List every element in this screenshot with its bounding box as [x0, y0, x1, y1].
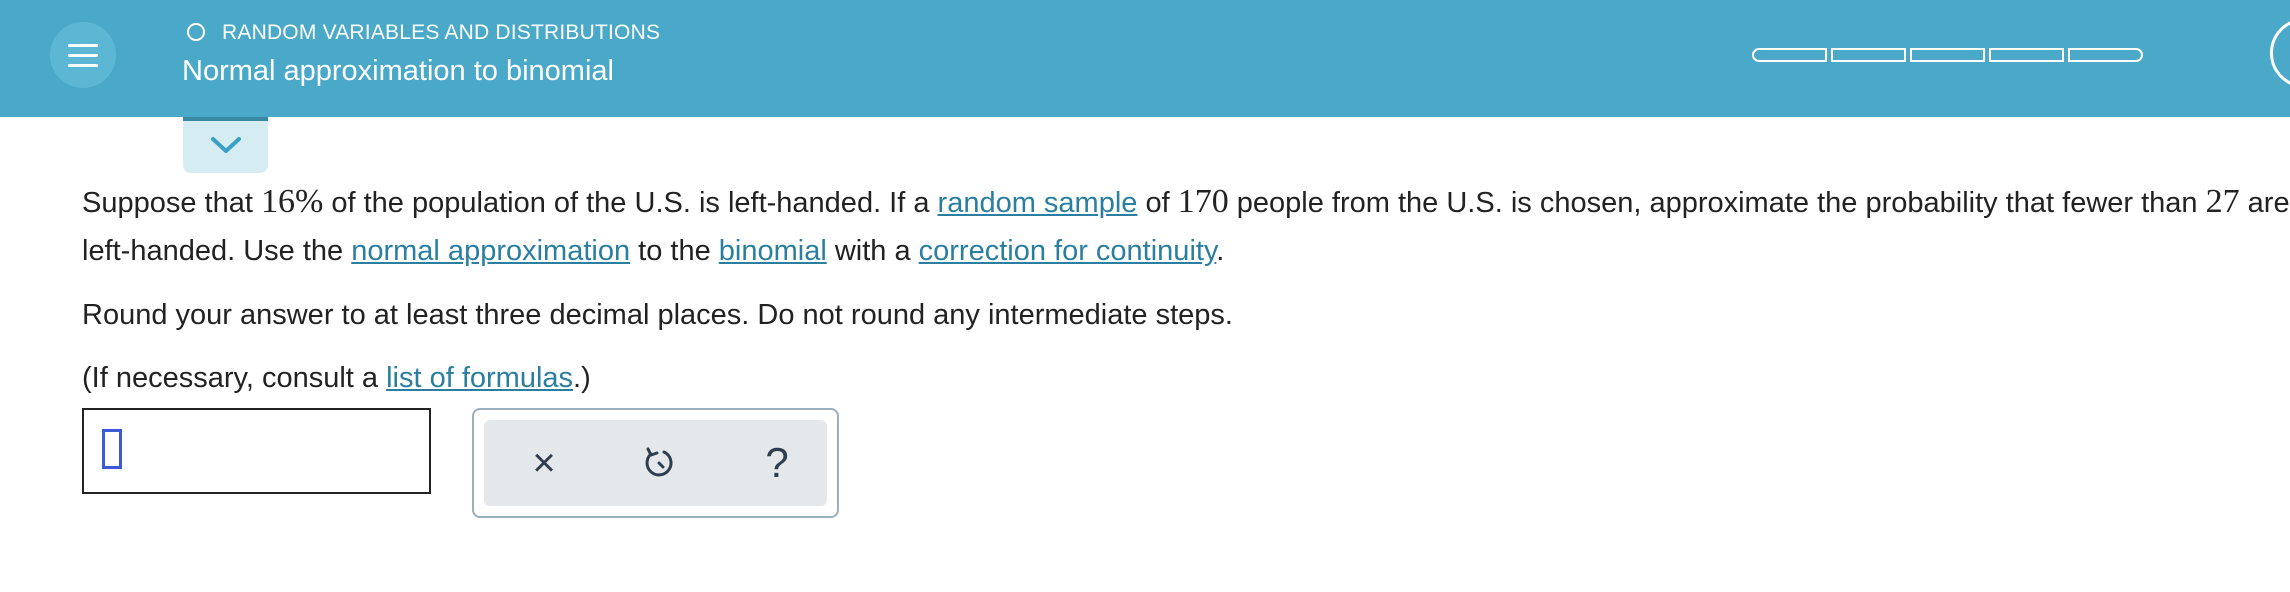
question-text-part: to the	[630, 235, 719, 267]
list-of-formulas-link[interactable]: list of formulas	[386, 362, 573, 394]
correction-for-continuity-link[interactable]: correction for continuity	[919, 235, 1217, 267]
help-button[interactable]: ?	[752, 438, 802, 488]
rounding-instruction: Round your answer to at least three deci…	[82, 299, 1233, 331]
formula-text-part: (If necessary, consult a	[82, 362, 387, 394]
progress-segment	[1989, 48, 2064, 62]
progress-segment	[1910, 48, 1985, 62]
math-value: 170	[1177, 183, 1229, 220]
header-bar: RANDOM VARIABLES AND DISTRIBUTIONS Norma…	[0, 0, 2290, 117]
question-text-part: .	[1216, 235, 1225, 267]
random-sample-link[interactable]: random sample	[938, 187, 1138, 219]
question-text-part: with a	[826, 235, 919, 267]
collapse-header-button[interactable]	[183, 117, 268, 173]
menu-button[interactable]	[50, 22, 116, 88]
answer-tools-panel: × ?	[472, 408, 839, 518]
progress-segment	[1831, 48, 1906, 62]
question-text-part: people from the U.S. is chosen, approxim…	[1228, 187, 2206, 219]
help-icon: ?	[765, 439, 789, 486]
menu-icon-line	[68, 64, 98, 67]
normal-approximation-link[interactable]: normal approximation	[351, 235, 630, 267]
undo-button[interactable]	[634, 438, 684, 488]
topic-circle-icon	[187, 23, 205, 41]
answer-tools-bar: × ?	[484, 420, 827, 506]
question-text-part: of the population of the U.S. is left-ha…	[323, 187, 938, 219]
clear-button[interactable]: ×	[519, 438, 569, 488]
progress-segment	[1752, 48, 1827, 62]
collapse-tab-bar	[183, 117, 268, 121]
chevron-down-icon	[211, 137, 241, 153]
binomial-link[interactable]: binomial	[719, 235, 827, 267]
math-value: 16%	[260, 183, 324, 220]
math-value: 27	[2205, 183, 2240, 220]
progress-segment	[2068, 48, 2143, 62]
text-cursor-icon	[102, 429, 122, 469]
account-button[interactable]	[2270, 18, 2290, 88]
formula-instruction: (If necessary, consult a list of formula…	[82, 362, 591, 395]
menu-icon-line	[68, 54, 98, 57]
close-icon: ×	[532, 440, 556, 485]
answer-input[interactable]	[82, 408, 431, 494]
formula-text-part: .)	[573, 362, 591, 394]
topic-label: RANDOM VARIABLES AND DISTRIBUTIONS	[222, 21, 661, 44]
menu-icon-line	[68, 44, 98, 47]
question-text-part: Suppose that	[82, 187, 261, 219]
progress-bar	[1752, 48, 2143, 62]
undo-icon	[645, 447, 673, 477]
question-text-part: of	[1137, 187, 1178, 219]
question-text: Suppose that 16% of the population of th…	[82, 178, 2290, 275]
page-title: Normal approximation to binomial	[182, 55, 614, 87]
